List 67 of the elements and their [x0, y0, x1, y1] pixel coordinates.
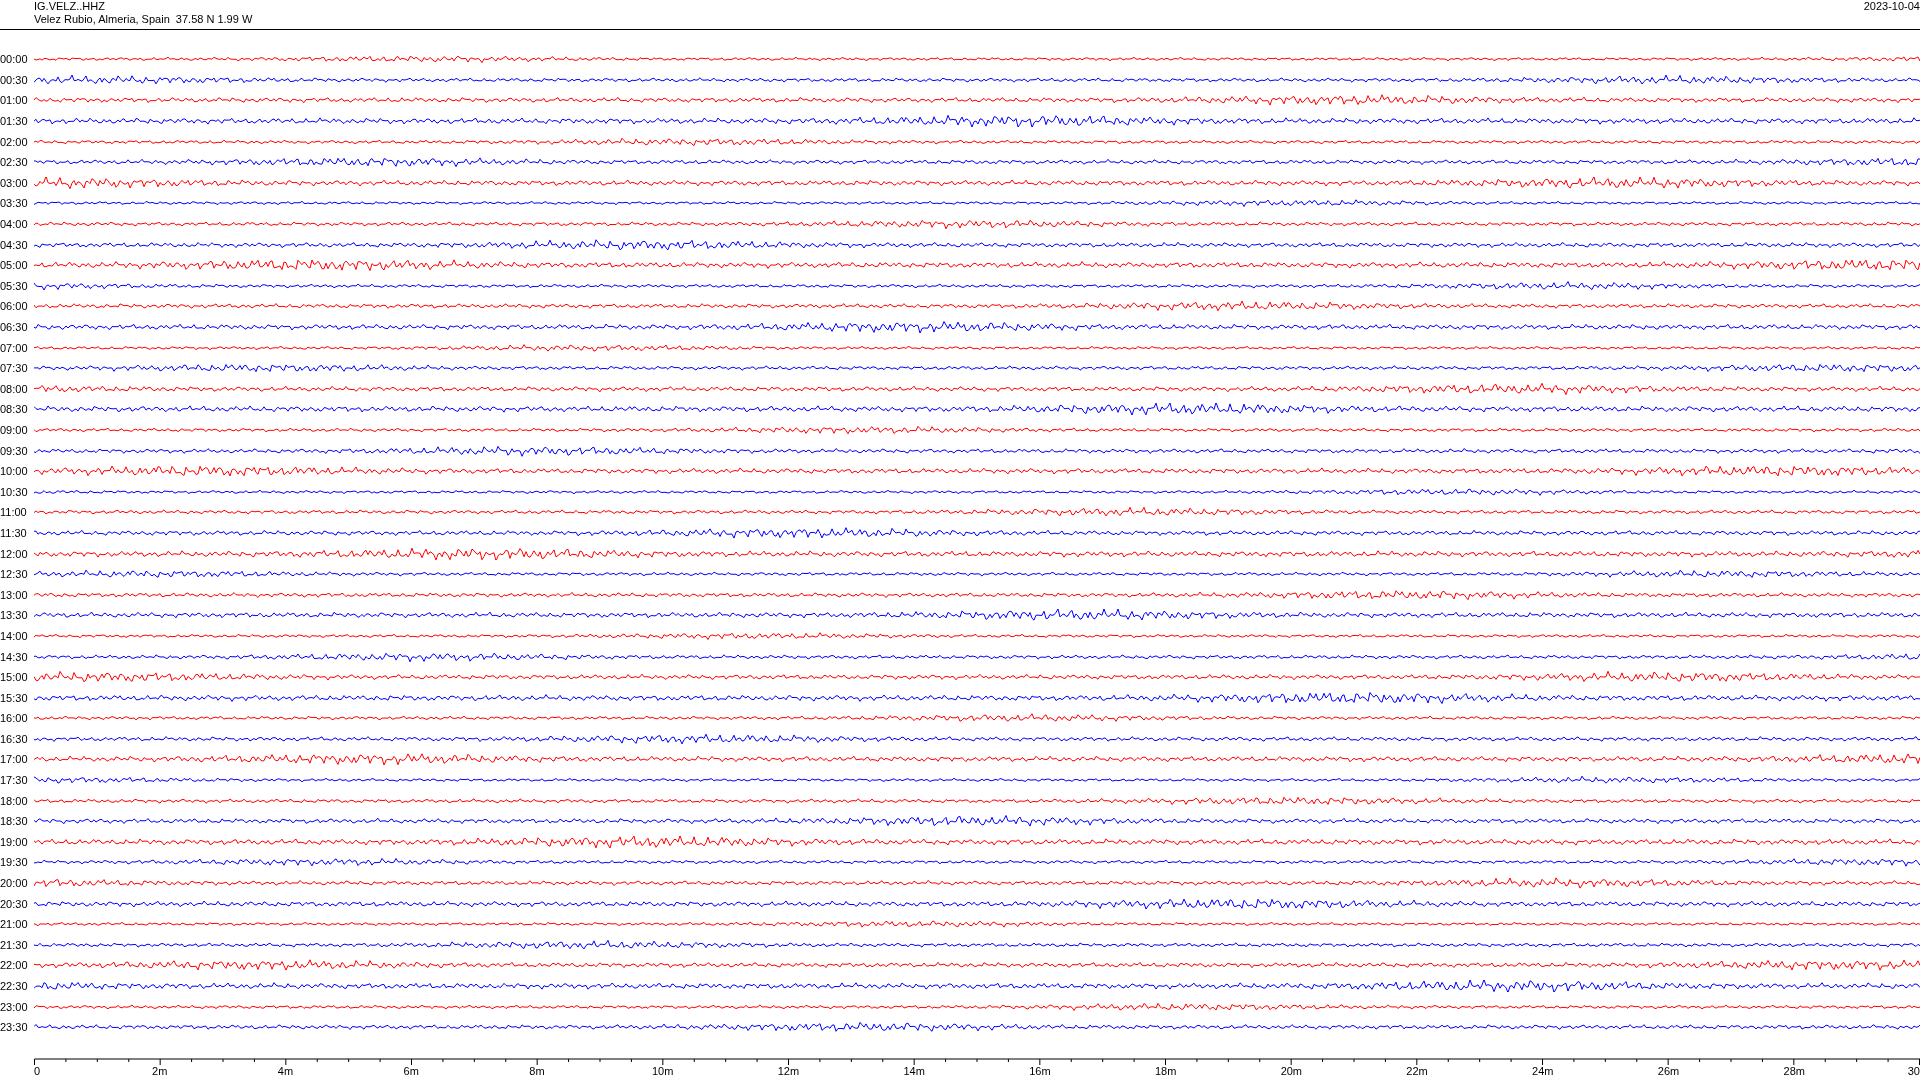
- tick-label: 30: [1907, 1065, 1920, 1078]
- tick-label: 20m: [1280, 1065, 1303, 1078]
- time-label: 22:00: [0, 959, 29, 972]
- tick-label: 2m: [152, 1065, 168, 1078]
- time-label: 02:00: [0, 135, 29, 148]
- tick-label: 24m: [1532, 1065, 1554, 1078]
- time-label: 13:00: [0, 588, 29, 601]
- time-label: 04:30: [0, 238, 29, 251]
- time-label: 23:30: [0, 1021, 29, 1034]
- time-label: 10:00: [0, 465, 29, 478]
- time-label: 07:00: [0, 341, 29, 354]
- time-label: 18:00: [0, 794, 29, 807]
- tick-label: 16m: [1029, 1065, 1051, 1078]
- time-label: 07:30: [0, 362, 29, 375]
- time-label: 18:30: [0, 815, 29, 828]
- time-label: 05:30: [0, 279, 29, 292]
- time-label: 19:30: [0, 856, 29, 869]
- time-label: 03:30: [0, 197, 29, 210]
- time-label: 21:30: [0, 938, 29, 951]
- time-label: 17:30: [0, 774, 29, 787]
- tick-label: 0: [34, 1065, 41, 1078]
- tick-label: 10m: [651, 1065, 674, 1078]
- station-location: Velez Rubio, Almeria, Spain 37.58 N 1.99 W: [34, 13, 253, 26]
- time-label: 05:00: [0, 259, 29, 272]
- tick-label: 26m: [1657, 1065, 1680, 1078]
- time-label: 09:30: [0, 444, 29, 457]
- time-label: 01:30: [0, 115, 29, 128]
- time-label: 17:00: [0, 753, 29, 766]
- time-label: 19:00: [0, 835, 29, 848]
- time-label: 00:00: [0, 53, 29, 66]
- tick-label: 6m: [403, 1065, 419, 1078]
- time-label: 04:00: [0, 218, 29, 231]
- time-label: 06:00: [0, 300, 29, 313]
- time-label: 15:30: [0, 691, 29, 704]
- time-label: 21:00: [0, 918, 29, 931]
- time-label: 23:00: [0, 1000, 29, 1013]
- tick-label: 18m: [1154, 1065, 1177, 1078]
- time-label: 08:30: [0, 403, 29, 416]
- time-label: 08:00: [0, 382, 29, 395]
- time-label: 14:30: [0, 650, 29, 663]
- tick-label: 28m: [1783, 1065, 1805, 1078]
- time-label: 10:30: [0, 485, 29, 498]
- tick-label: 4m: [277, 1065, 294, 1078]
- time-label: 09:00: [0, 424, 29, 436]
- time-label: 15:00: [0, 671, 29, 684]
- time-label: 06:30: [0, 321, 29, 333]
- time-label: 03:00: [0, 176, 29, 189]
- time-label: 11:00: [0, 506, 28, 519]
- time-label: 13:30: [0, 609, 29, 622]
- tick-label: 12m: [777, 1065, 800, 1078]
- time-label: 16:30: [0, 732, 29, 745]
- record-date: 2023-10-04: [1863, 0, 1920, 14]
- time-label: 01:00: [0, 94, 29, 107]
- time-label: 16:00: [0, 712, 29, 725]
- time-label: 02:30: [0, 156, 29, 169]
- tick-label: 14m: [903, 1065, 925, 1078]
- time-label: 11:30: [0, 526, 28, 539]
- tick-label: 8m: [529, 1065, 545, 1078]
- time-label: 20:30: [0, 897, 29, 910]
- station-code: IG.VELZ..HHZ: [34, 0, 106, 13]
- time-label: 14:00: [0, 629, 29, 642]
- time-label: 00:30: [0, 73, 29, 86]
- time-label: 22:30: [0, 980, 29, 992]
- time-label: 12:00: [0, 547, 29, 560]
- time-label: 20:00: [0, 877, 29, 890]
- tick-label: 22m: [1406, 1065, 1428, 1078]
- time-label: 12:30: [0, 568, 29, 581]
